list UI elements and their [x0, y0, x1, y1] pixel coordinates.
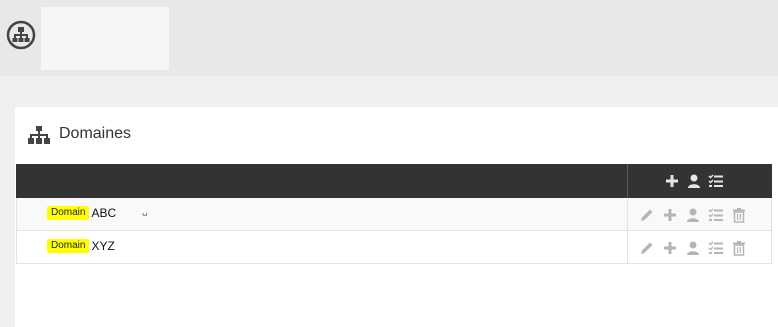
plus-icon[interactable]	[662, 240, 678, 256]
domains-table: Domain ABC ᴗ Domain XYZ	[16, 164, 772, 264]
top-bar	[0, 0, 778, 76]
plus-icon[interactable]	[662, 207, 678, 223]
user-icon[interactable]	[685, 207, 701, 223]
domain-label: ABC	[91, 206, 117, 220]
row-actions	[639, 240, 747, 256]
domain-name: Domain XYZ	[47, 239, 115, 253]
table-row[interactable]: Domain XYZ	[16, 231, 772, 264]
cell-divider	[627, 198, 628, 230]
checklist-icon[interactable]	[708, 240, 724, 256]
trash-icon[interactable]	[731, 207, 747, 223]
table-header	[16, 164, 772, 198]
panel-header: Domaines	[15, 107, 778, 163]
domain-tag: Domain	[47, 206, 90, 220]
edit-icon[interactable]	[639, 207, 655, 223]
header-divider	[627, 164, 628, 198]
cell-divider	[627, 231, 628, 263]
logo-placeholder	[41, 7, 169, 70]
checklist-icon[interactable]	[708, 173, 724, 189]
domain-label: XYZ	[91, 239, 115, 253]
user-icon[interactable]	[686, 173, 702, 189]
checklist-icon[interactable]	[708, 207, 724, 223]
trash-icon[interactable]	[731, 240, 747, 256]
panel-title: Domaines	[59, 125, 132, 142]
domains-panel: Domaines Domain ABC ᴗ Domain XYZ	[15, 107, 778, 327]
user-icon[interactable]	[685, 240, 701, 256]
header-actions	[664, 173, 724, 189]
domain-name: Domain ABC	[47, 206, 116, 220]
table-row[interactable]: Domain ABC ᴗ	[16, 198, 772, 231]
sitemap-icon	[28, 126, 50, 144]
domain-tag: Domain	[47, 239, 90, 253]
sitemap-circle-icon[interactable]	[6, 20, 36, 50]
cursor-mark: ᴗ	[142, 208, 148, 219]
edit-icon[interactable]	[639, 240, 655, 256]
row-actions	[639, 207, 747, 223]
plus-icon[interactable]	[664, 173, 680, 189]
